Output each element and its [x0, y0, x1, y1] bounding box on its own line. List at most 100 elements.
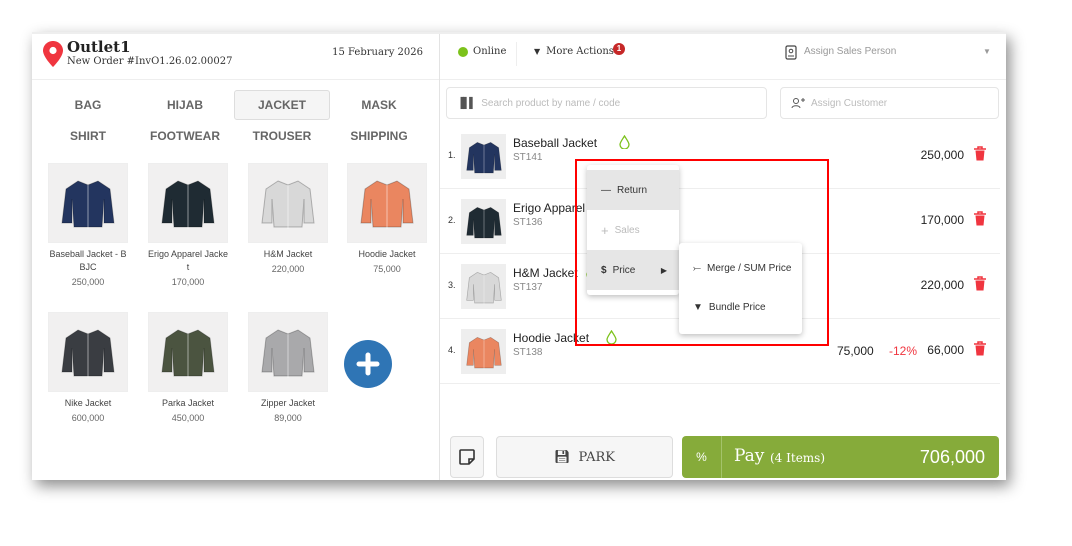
park-button[interactable]: 💾︎ PARK: [496, 436, 673, 478]
jacket-image-icon: [465, 336, 502, 369]
filter-dollar-icon: ▼: [693, 301, 703, 313]
cart-item-total: 170,000: [920, 213, 964, 227]
more-actions-label: More Actions: [546, 46, 614, 57]
order-number: New Order #InvO1.26.02.00027: [67, 56, 233, 67]
product-price: 89,000: [274, 413, 302, 423]
id-badge-icon: [785, 45, 797, 60]
pay-label: Pay: [734, 446, 765, 466]
menu-item-bundle-price[interactable]: ▼ Bundle Price: [679, 287, 802, 327]
jacket-image-icon: [161, 329, 215, 378]
trash-icon[interactable]: [974, 211, 986, 226]
product-image: [248, 163, 328, 243]
customer-placeholder: Assign Customer: [811, 97, 888, 109]
category-tab-hijab[interactable]: HIJAB: [137, 90, 233, 120]
product-card[interactable]: Zipper Jacket 89,000: [246, 312, 330, 423]
product-card[interactable]: Parka Jacket 450,000: [146, 312, 230, 423]
search-placeholder: Search product by name / code: [481, 97, 621, 109]
category-tab-footwear[interactable]: FOOTWEAR: [137, 121, 233, 151]
cart-item-name: Baseball Jacket: [513, 136, 598, 150]
add-user-icon: [791, 98, 805, 109]
category-tab-mask[interactable]: MASK: [331, 90, 427, 120]
minus-icon: —: [601, 184, 611, 196]
menu-item-return[interactable]: — Return: [587, 170, 679, 210]
product-price: 220,000: [271, 264, 305, 274]
jacket-image-icon: [61, 180, 115, 229]
sales-person-select[interactable]: Assign Sales Person: [804, 46, 896, 57]
trash-icon[interactable]: [974, 276, 986, 291]
product-panel: Outlet1 New Order #InvO1.26.02.00027 15 …: [32, 34, 440, 480]
jacket-image-icon: [61, 329, 115, 378]
product-image: [48, 163, 128, 243]
product-card[interactable]: Erigo Apparel Jacke t 170,000: [146, 163, 230, 287]
product-card[interactable]: Hoodie Jacket 75,000: [345, 163, 429, 274]
row-number: 4.: [448, 345, 456, 355]
row-number: 1.: [448, 150, 456, 160]
cart-item-image: [461, 134, 506, 179]
cart-item-unit-price: 75,000: [837, 344, 874, 358]
assign-customer-input[interactable]: Assign Customer: [780, 87, 999, 119]
trash-icon[interactable]: [974, 146, 986, 161]
merge-icon: ⤚: [693, 262, 701, 274]
menu-item-sales[interactable]: + Sales: [587, 210, 679, 250]
cart-item-image: [461, 199, 506, 244]
product-image: [347, 163, 427, 243]
product-card[interactable]: Nike Jacket 600,000: [46, 312, 130, 423]
cart-item-total: 250,000: [920, 148, 964, 162]
add-product-button[interactable]: [344, 340, 392, 388]
jacket-image-icon: [261, 329, 315, 378]
trash-icon[interactable]: [974, 341, 986, 356]
location-pin-icon: [43, 41, 63, 67]
product-image: [48, 312, 128, 392]
caret-down-icon: ▼: [534, 47, 541, 56]
category-tab-trouser[interactable]: TROUSER: [234, 121, 330, 151]
category-tab-shipping[interactable]: SHIPPING: [331, 121, 427, 151]
online-status: Online: [473, 46, 507, 57]
category-tab-jacket[interactable]: JACKET: [234, 90, 330, 120]
sticky-note-icon: [459, 449, 475, 465]
cart-item-discount: -12%: [889, 344, 918, 358]
category-tab-shirt[interactable]: SHIRT: [40, 121, 136, 151]
product-search-input[interactable]: ▐▌▌ Search product by name / code: [446, 87, 767, 119]
menu-item-merge-price[interactable]: ⤚ Merge / SUM Price: [679, 249, 802, 287]
product-price: 600,000: [71, 413, 105, 423]
more-actions-button[interactable]: ▼ More Actions: [534, 46, 614, 57]
park-label: PARK: [578, 449, 615, 465]
product-card[interactable]: Baseball Jacket - B BJC 250,000: [46, 163, 130, 287]
product-name: Nike Jacket: [64, 398, 112, 408]
jacket-image-icon: [465, 271, 502, 304]
row-number: 2.: [448, 215, 456, 225]
price-label: Price: [612, 264, 636, 276]
plus-icon: +: [601, 222, 609, 238]
online-status-dot: [458, 47, 468, 57]
cart-item-code: ST136: [513, 217, 543, 228]
pay-button[interactable]: % Pay (4 Items) 706,000: [682, 436, 999, 478]
menu-item-price[interactable]: $ Price ▶: [587, 250, 679, 290]
dollar-icon: $: [601, 264, 607, 276]
category-tab-bag[interactable]: BAG: [40, 90, 136, 120]
context-menu: — Return + Sales $ Price ▶: [587, 165, 679, 295]
dropdown-caret-icon[interactable]: ▼: [983, 47, 991, 56]
product-image: [148, 163, 228, 243]
product-image: [148, 312, 228, 392]
product-price: 450,000: [171, 413, 205, 423]
note-button[interactable]: [450, 436, 484, 478]
row-number: 3.: [448, 280, 456, 290]
pos-window: Outlet1 New Order #InvO1.26.02.00027 15 …: [32, 32, 1006, 480]
sales-label: Sales: [614, 224, 640, 236]
product-card[interactable]: H&M Jacket 220,000: [246, 163, 330, 274]
product-name: Hoodie Jacket: [358, 249, 416, 259]
cart-panel: Online ▼ More Actions 1 Assign Sales Pers…: [440, 34, 1006, 480]
price-submenu: ⤚ Merge / SUM Price ▼ Bundle Price: [679, 243, 802, 334]
product-image: [248, 312, 328, 392]
merge-label: Merge / SUM Price: [707, 262, 792, 274]
outlet-header: Outlet1 New Order #InvO1.26.02.00027 15 …: [32, 34, 439, 80]
divider: [516, 42, 517, 66]
jacket-image-icon: [465, 206, 502, 239]
jacket-image-icon: [261, 180, 315, 229]
jacket-image-icon: [465, 141, 502, 174]
cart-item-code: ST138: [513, 347, 543, 358]
chevron-right-icon: ▶: [660, 265, 667, 275]
discount-percent-button[interactable]: %: [682, 436, 722, 478]
cart-item-image: [461, 264, 506, 309]
product-name: Baseball Jacket - B BJC: [49, 249, 127, 272]
